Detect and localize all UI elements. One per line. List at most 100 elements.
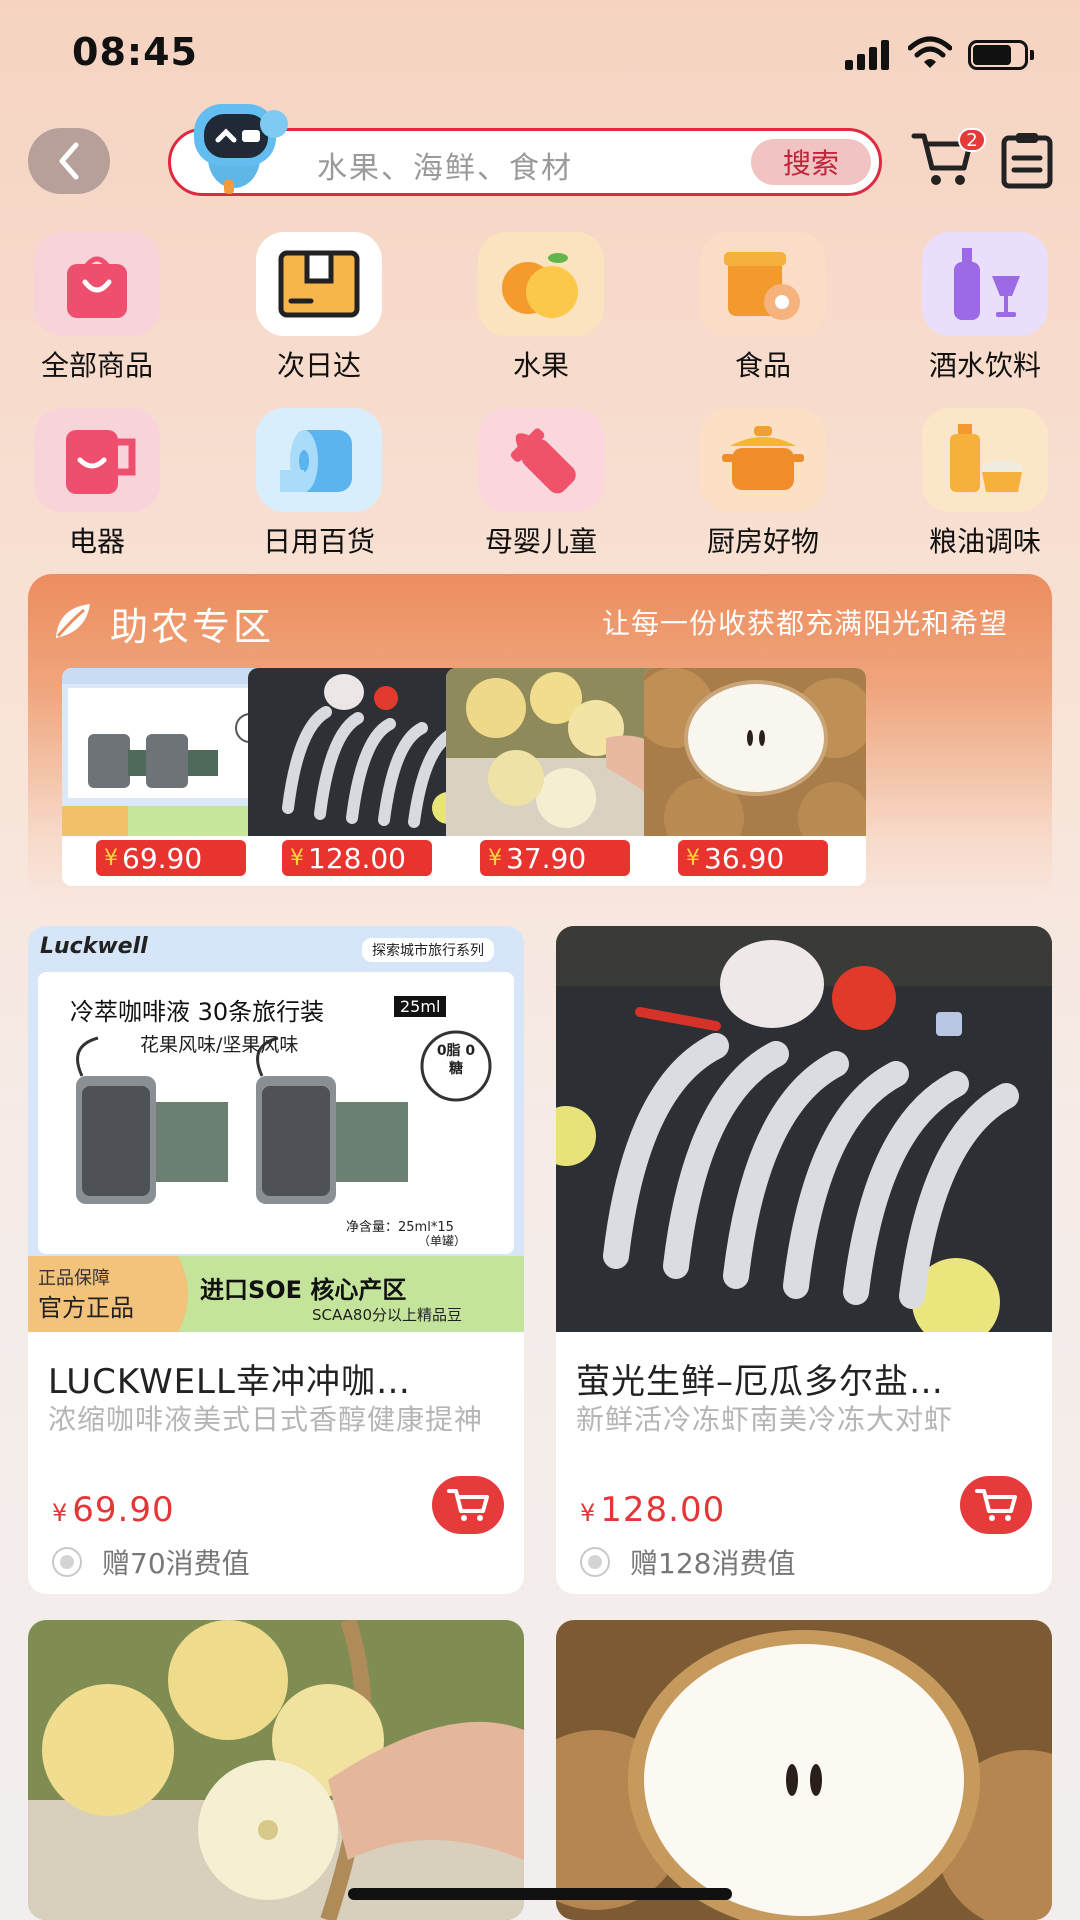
brand-logo: Luckwell bbox=[40, 934, 148, 959]
category-label: 次日达 bbox=[276, 349, 361, 382]
price-value: 128.00 bbox=[600, 1490, 726, 1530]
farm-price-tag: ¥ 69.90 bbox=[96, 840, 246, 876]
shopping-bag-icon bbox=[34, 232, 160, 336]
battery-icon bbox=[968, 40, 1034, 70]
farm-price: 36.90 bbox=[704, 841, 785, 875]
grain-oil-icon bbox=[922, 408, 1048, 512]
category-kitchen[interactable]: 厨房好物 bbox=[688, 408, 838, 560]
price-value: 69.90 bbox=[72, 1490, 175, 1530]
points-text: 赠70消费值 bbox=[102, 1547, 250, 1580]
farm-section: 助农专区 让每一份收获都充满阳光和希望 ¥ 69.90 ¥ 128.00 ¥ 3… bbox=[28, 574, 1052, 900]
category-label: 水果 bbox=[512, 349, 569, 382]
size-tag: 25ml bbox=[394, 996, 447, 1017]
product-card[interactable]: 萤光生鲜–厄瓜多尔盐… 新鲜活冷冻虾南美冷冻大对虾 ¥128.00 赠128消费… bbox=[556, 926, 1052, 1594]
category-drinks[interactable]: 酒水饮料 bbox=[910, 232, 1060, 384]
product-card[interactable] bbox=[28, 1620, 524, 1920]
currency-symbol: ¥ bbox=[290, 845, 304, 871]
farm-price-tag: ¥ 128.00 bbox=[282, 840, 432, 876]
official-label: 官方正品 bbox=[38, 1294, 134, 1322]
package-box-icon bbox=[256, 232, 382, 336]
category-label: 日用百货 bbox=[262, 525, 375, 558]
farm-product-card[interactable]: ¥ 36.90 bbox=[644, 668, 866, 886]
add-to-cart-button[interactable] bbox=[432, 1476, 504, 1534]
apple-pear-product-image bbox=[446, 668, 668, 836]
category-label: 厨房好物 bbox=[706, 525, 819, 558]
shrimp-product-image bbox=[248, 668, 470, 836]
image-flavors: 花果风味/坚果风味 bbox=[140, 1034, 299, 1056]
category-mother-baby[interactable]: 母婴儿童 bbox=[466, 408, 616, 560]
signal-icon bbox=[845, 40, 893, 70]
baby-bottle-icon bbox=[478, 408, 604, 512]
currency-symbol: ¥ bbox=[104, 845, 118, 871]
coin-icon bbox=[52, 1547, 82, 1577]
cart-icon bbox=[975, 1489, 1017, 1521]
category-label: 电器 bbox=[68, 525, 125, 558]
product-price: ¥69.90 bbox=[52, 1490, 175, 1530]
points-reward: 赠70消费值 bbox=[52, 1542, 250, 1582]
farm-price: 69.90 bbox=[122, 841, 203, 875]
cooking-pot-icon bbox=[700, 408, 826, 512]
status-bar: 08:45 bbox=[0, 0, 1080, 110]
farm-product-card[interactable]: ¥ 37.90 bbox=[446, 668, 668, 886]
currency-symbol: ¥ bbox=[52, 1499, 69, 1527]
series-label: 探索城市旅行系列 bbox=[362, 938, 494, 962]
origin-label: 进口SOE 核心产区 bbox=[200, 1276, 407, 1304]
category-appliances[interactable]: 电器 bbox=[22, 408, 172, 560]
asian-pear-product-image bbox=[556, 1620, 1052, 1920]
shrimp-product-image bbox=[556, 926, 1052, 1332]
status-time: 08:45 bbox=[72, 30, 198, 74]
search-input[interactable]: 水果、海鲜、食材 bbox=[317, 143, 573, 187]
grade-label: SCAA80分以上精品豆 bbox=[312, 1306, 463, 1324]
drinks-icon bbox=[922, 232, 1048, 336]
category-label: 粮油调味 bbox=[928, 525, 1041, 558]
category-fruit[interactable]: 水果 bbox=[466, 232, 616, 384]
product-card[interactable]: Luckwell 探索城市旅行系列 冷萃咖啡液 30条旅行装 25ml 花果风味… bbox=[28, 926, 524, 1594]
appliance-icon bbox=[34, 408, 160, 512]
category-food[interactable]: 食品 bbox=[688, 232, 838, 384]
tissue-roll-icon bbox=[256, 408, 382, 512]
currency-symbol: ¥ bbox=[686, 845, 700, 871]
net-unit: （单罐） bbox=[418, 1234, 467, 1248]
cart-badge: 2 bbox=[958, 128, 986, 152]
robot-mascot-icon bbox=[194, 104, 288, 194]
orders-clipboard-icon[interactable] bbox=[1000, 130, 1054, 190]
farm-price: 128.00 bbox=[308, 841, 406, 875]
product-description: 新鲜活冷冻虾南美冷冻大对虾 bbox=[576, 1403, 954, 1436]
product-title: 萤光生鲜–厄瓜多尔盐… bbox=[576, 1362, 944, 1402]
coin-icon bbox=[580, 1547, 610, 1577]
sugar-free-stamp: 0脂 0糖 bbox=[436, 1043, 476, 1077]
apple-pear-product-image bbox=[28, 1620, 524, 1920]
image-headline: 冷萃咖啡液 30条旅行装 bbox=[70, 998, 325, 1026]
category-label: 酒水饮料 bbox=[928, 349, 1041, 382]
home-indicator[interactable] bbox=[348, 1888, 732, 1900]
search-button[interactable]: 搜索 bbox=[751, 139, 871, 185]
category-all-products[interactable]: 全部商品 bbox=[22, 232, 172, 384]
product-image: Luckwell 探索城市旅行系列 冷萃咖啡液 30条旅行装 25ml 花果风味… bbox=[28, 926, 524, 1332]
currency-symbol: ¥ bbox=[580, 1499, 597, 1527]
category-label: 母婴儿童 bbox=[484, 525, 597, 558]
farm-product-card[interactable]: ¥ 128.00 bbox=[248, 668, 470, 886]
category-daily-goods[interactable]: 日用百货 bbox=[244, 408, 394, 560]
food-icon bbox=[700, 232, 826, 336]
chevron-left-icon bbox=[59, 142, 79, 180]
product-title: LUCKWELL幸冲冲咖… bbox=[48, 1362, 411, 1402]
add-to-cart-button[interactable] bbox=[960, 1476, 1032, 1534]
farm-price: 37.90 bbox=[506, 841, 587, 875]
back-button[interactable] bbox=[28, 128, 110, 194]
cart-icon bbox=[447, 1489, 489, 1521]
leaf-icon bbox=[56, 604, 90, 638]
guarantee-label: 正品保障 bbox=[38, 1268, 110, 1289]
category-next-day[interactable]: 次日达 bbox=[244, 232, 394, 384]
fruit-icon bbox=[478, 232, 604, 336]
product-description: 浓缩咖啡液美式日式香醇健康提神 bbox=[48, 1403, 484, 1436]
points-text: 赠128消费值 bbox=[630, 1547, 796, 1580]
points-reward: 赠128消费值 bbox=[580, 1542, 795, 1582]
category-label: 全部商品 bbox=[40, 349, 153, 382]
product-card[interactable] bbox=[556, 1620, 1052, 1920]
product-price: ¥128.00 bbox=[580, 1490, 725, 1530]
asian-pear-product-image bbox=[644, 668, 866, 836]
farm-title: 助农专区 bbox=[110, 605, 275, 649]
farm-subtitle: 让每一份收获都充满阳光和希望 bbox=[601, 607, 1008, 640]
currency-symbol: ¥ bbox=[488, 845, 502, 871]
category-grain-oil[interactable]: 粮油调味 bbox=[910, 408, 1060, 560]
